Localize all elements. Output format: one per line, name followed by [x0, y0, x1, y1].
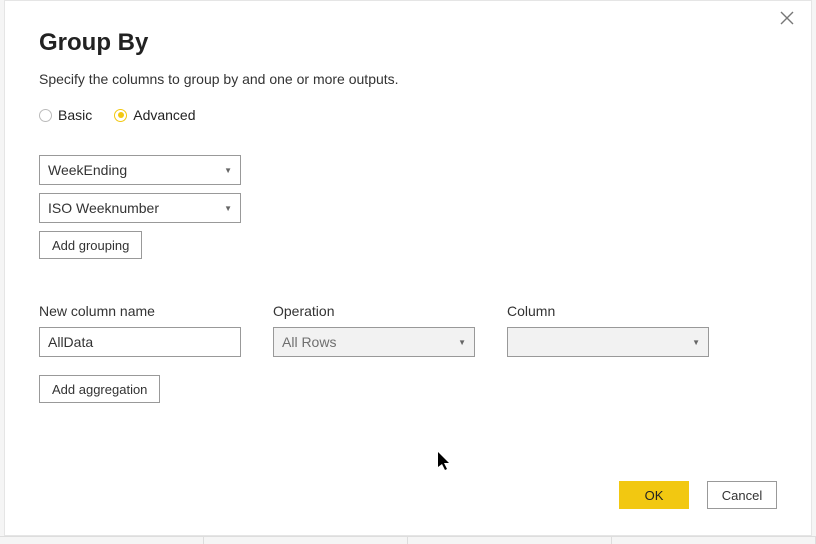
radio-advanced-label: Advanced	[133, 107, 195, 123]
radio-basic-label: Basic	[58, 107, 92, 123]
add-aggregation-button[interactable]: Add aggregation	[39, 375, 160, 403]
grouping-section: WeekEnding ▼ ISO Weeknumber ▼ Add groupi…	[39, 155, 777, 259]
new-column-name-input[interactable]	[39, 327, 241, 357]
operation-label: Operation	[273, 303, 475, 319]
radio-advanced[interactable]: Advanced	[114, 107, 195, 123]
aggregation-row: New column name Operation All Rows ▼ Col…	[39, 303, 777, 365]
mode-radio-group: Basic Advanced	[39, 107, 777, 123]
operation-select[interactable]: All Rows ▼	[273, 327, 475, 357]
chevron-down-icon: ▼	[224, 204, 232, 213]
grouping-column-value: ISO Weeknumber	[48, 200, 159, 216]
radio-icon	[114, 109, 127, 122]
close-icon[interactable]	[777, 11, 797, 31]
chevron-down-icon: ▼	[224, 166, 232, 175]
radio-icon	[39, 109, 52, 122]
dialog-footer: OK Cancel	[619, 481, 777, 509]
cancel-button[interactable]: Cancel	[707, 481, 777, 509]
column-label: Column	[507, 303, 709, 319]
operation-value: All Rows	[282, 334, 336, 350]
background-grid	[0, 536, 816, 544]
chevron-down-icon: ▼	[458, 338, 466, 347]
ok-button[interactable]: OK	[619, 481, 689, 509]
operation-col: Operation All Rows ▼	[273, 303, 475, 365]
grouping-column-value: WeekEnding	[48, 162, 127, 178]
column-col: Column ▼	[507, 303, 709, 365]
grouping-column-select[interactable]: WeekEnding ▼	[39, 155, 241, 185]
dialog-title: Group By	[39, 29, 777, 57]
new-column-name-col: New column name	[39, 303, 241, 365]
group-by-dialog: Group By Specify the columns to group by…	[4, 0, 812, 536]
aggregation-section: New column name Operation All Rows ▼ Col…	[39, 303, 777, 403]
radio-basic[interactable]: Basic	[39, 107, 92, 123]
column-select[interactable]: ▼	[507, 327, 709, 357]
grouping-column-select[interactable]: ISO Weeknumber ▼	[39, 193, 241, 223]
dialog-subtitle: Specify the columns to group by and one …	[39, 71, 777, 87]
chevron-down-icon: ▼	[692, 338, 700, 347]
add-grouping-button[interactable]: Add grouping	[39, 231, 142, 259]
new-column-name-label: New column name	[39, 303, 241, 319]
